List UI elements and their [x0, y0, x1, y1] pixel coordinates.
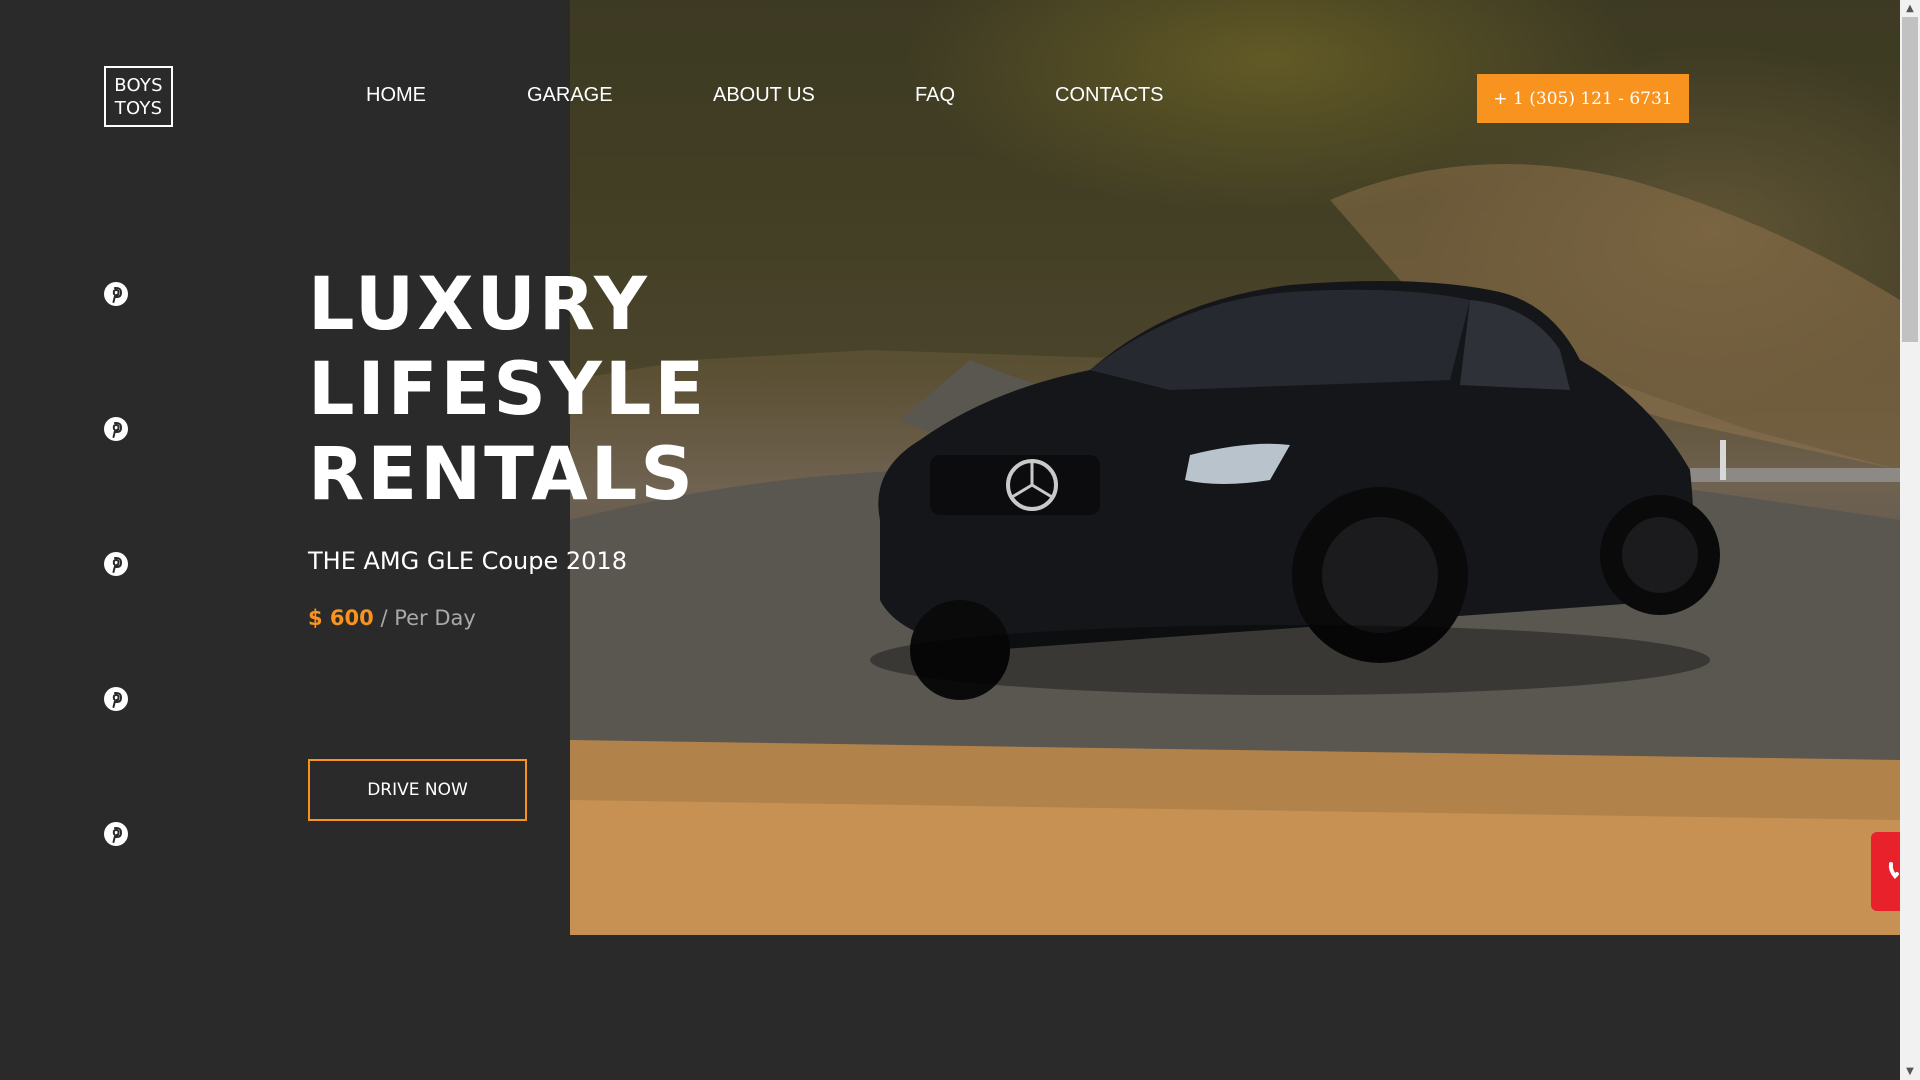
pinterest-icon[interactable]: [103, 416, 129, 442]
hero-car-image: [570, 0, 1900, 935]
nav-faq-link[interactable]: FAQ: [915, 84, 955, 107]
pinterest-icon[interactable]: [103, 281, 129, 307]
nav-about-us-link[interactable]: ABOUT US: [713, 84, 815, 107]
drive-now-button[interactable]: DRIVE NOW: [308, 759, 527, 821]
scroll-up-arrow-icon[interactable]: ▲: [1900, 0, 1920, 17]
nav-home-link[interactable]: HOME: [366, 84, 426, 107]
logo-line-2: TOYS: [114, 97, 163, 119]
hero-headline: LUXURY LIFESYLE RENTALS: [308, 262, 707, 517]
nav-contacts-link[interactable]: CONTACTS: [1055, 84, 1164, 107]
scroll-down-arrow-icon[interactable]: ▼: [1900, 1063, 1920, 1080]
page-scrollbar[interactable]: ▲ ▼: [1900, 0, 1920, 1080]
scrollbar-thumb[interactable]: [1902, 17, 1918, 342]
logo-line-1: BOYS: [114, 74, 163, 96]
pinterest-icon[interactable]: [103, 821, 129, 847]
brand-logo[interactable]: BOYS TOYS: [104, 66, 173, 127]
headline-line-2: LIFESYLE: [308, 347, 708, 432]
car-model-title: THE AMG GLE Coupe 2018: [308, 547, 627, 575]
headline-line-1: LUXURY: [308, 262, 650, 347]
price-line: $ 600 / Per Day: [308, 606, 476, 630]
page: BOYS TOYS HOME GARAGE ABOUT US FAQ CONTA…: [0, 0, 1920, 1080]
price-amount: $ 600: [308, 606, 374, 630]
phone-icon: [1888, 862, 1899, 879]
car-photo-illustration: [570, 0, 1900, 935]
headline-line-3: RENTALS: [308, 432, 696, 517]
pinterest-icon[interactable]: [103, 686, 129, 712]
call-widget[interactable]: [1871, 832, 1900, 911]
phone-call-button[interactable]: + 1 (305) 121 - 6731: [1477, 74, 1689, 123]
nav-garage-link[interactable]: GARAGE: [527, 84, 613, 107]
price-unit: / Per Day: [380, 606, 476, 630]
pinterest-icon[interactable]: [103, 551, 129, 577]
